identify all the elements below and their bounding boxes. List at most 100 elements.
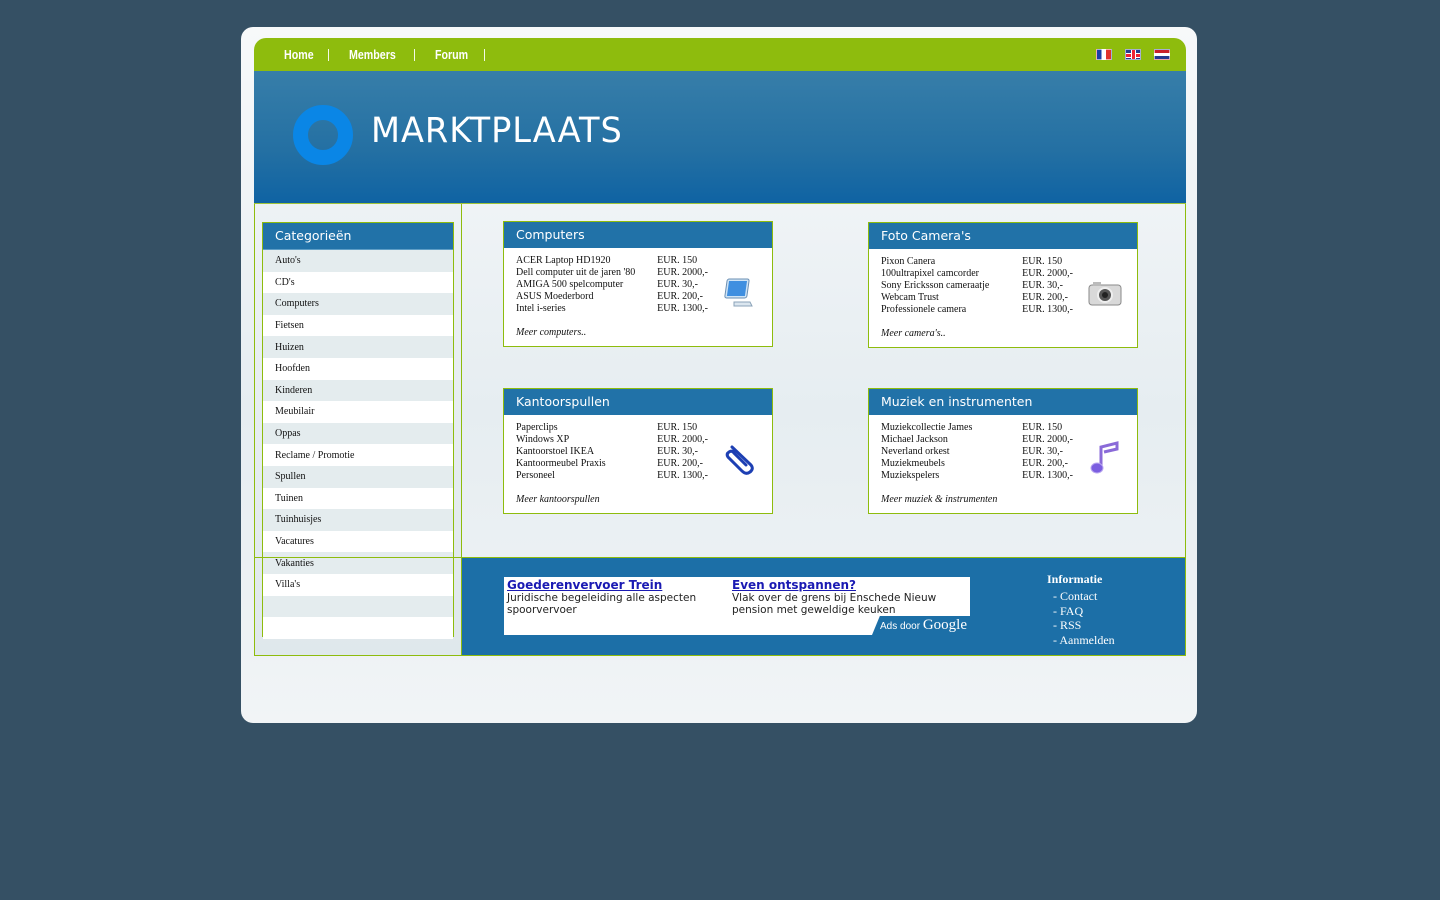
top-navigation: Home Members Forum xyxy=(254,38,1186,71)
sidebar-category-item[interactable]: Huizen xyxy=(263,336,453,358)
more-link[interactable]: Meer muziek & instrumenten xyxy=(881,494,997,505)
ad-description: Vlak over de grens bij Enschede Nieuw pe… xyxy=(732,592,937,616)
nav-members[interactable]: Members xyxy=(349,47,396,62)
paperclip-icon xyxy=(722,441,758,477)
main-area: Categorieën Auto's CD's Computers Fietsen Hu… xyxy=(254,204,1186,656)
info-section: Informatie - Contact - FAQ - RSS - Aanme… xyxy=(1047,572,1115,647)
listing-row[interactable]: Kantoormeubel Praxis EUR. 200,- xyxy=(516,458,716,470)
listing-name: Sony Ericksson cameraatje xyxy=(881,280,990,291)
more-link[interactable]: Meer camera's.. xyxy=(881,328,946,339)
sidebar-category-item[interactable]: Auto's xyxy=(263,250,453,272)
listing-price: EUR. 200,- xyxy=(1022,458,1069,469)
info-link-faq[interactable]: - FAQ xyxy=(1047,604,1115,619)
listing-price: EUR. 1300,- xyxy=(657,303,709,314)
info-link-register[interactable]: - Aanmelden xyxy=(1047,633,1115,648)
sidebar-category-item[interactable]: Tuinhuisjes xyxy=(263,509,453,531)
sidebar-category-item[interactable]: CD's xyxy=(263,271,453,294)
listing-name: Muziekmeubels xyxy=(881,458,945,469)
listing-row[interactable]: Neverland orkest EUR. 30,- xyxy=(881,446,1081,458)
listing-name: ACER Laptop HD1920 xyxy=(516,255,611,266)
info-link-rss[interactable]: - RSS xyxy=(1047,618,1115,633)
listing-name: AMIGA 500 spelcomputer xyxy=(516,279,624,290)
listing-row[interactable]: Dell computer uit de jaren '80 EUR. 2000,… xyxy=(516,267,716,279)
listing-row[interactable]: ASUS Moederbord EUR. 200,- xyxy=(516,291,716,303)
listing-row[interactable]: Muziekcollectie James EUR. 150 xyxy=(881,422,1081,434)
categories-title: Categorieën xyxy=(263,223,453,250)
sidebar-category-item[interactable]: Villa's xyxy=(263,573,453,596)
sidebar-category-item[interactable]: Oppas xyxy=(263,422,453,445)
nav-home[interactable]: Home xyxy=(284,47,314,62)
category-box-title[interactable]: Computers xyxy=(504,222,772,248)
sidebar-category-item[interactable]: Vakanties xyxy=(263,552,453,574)
listing-row[interactable]: Muziekmeubels EUR. 200,- xyxy=(881,458,1081,470)
category-box-office: Kantoorspullen Paperclips EUR. 150 Windows … xyxy=(503,388,773,514)
camera-icon xyxy=(1087,275,1123,311)
more-link[interactable]: Meer kantoorspullen xyxy=(516,494,600,505)
category-box-title[interactable]: Muziek en instrumenten xyxy=(869,389,1137,415)
ads-by-label: Ads door xyxy=(880,621,921,632)
ad-item[interactable]: Goederenvervoer Trein Juridische begelei… xyxy=(507,578,722,616)
listing-row[interactable]: AMIGA 500 spelcomputer EUR. 30,- xyxy=(516,279,716,291)
sidebar-category-item[interactable]: Tuinen xyxy=(263,487,453,510)
ad-title-link[interactable]: Even ontspannen? xyxy=(732,578,947,592)
listing-row[interactable]: Muziekspelers EUR. 1300,- xyxy=(881,470,1081,482)
info-link-contact[interactable]: - Contact xyxy=(1047,589,1115,604)
listing-rows: Muziekcollectie James EUR. 150 Michael Jac… xyxy=(881,422,1081,482)
category-box-title[interactable]: Kantoorspullen xyxy=(504,389,772,415)
sidebar-category-item[interactable]: Hoofden xyxy=(263,357,453,380)
sidebar-category-item[interactable]: Fietsen xyxy=(263,314,453,337)
listing-price: EUR. 200,- xyxy=(1022,292,1069,303)
listing-name: Webcam Trust xyxy=(881,292,939,303)
nav-forum[interactable]: Forum xyxy=(435,47,468,62)
listing-name: Kantoorstoel IKEA xyxy=(516,446,595,457)
sidebar-category-item[interactable]: Spullen xyxy=(263,465,453,488)
listing-price: EUR. 2000,- xyxy=(1022,434,1074,445)
listing-row[interactable]: ACER Laptop HD1920 EUR. 150 xyxy=(516,255,716,267)
listing-row[interactable]: Intel i-series EUR. 1300,- xyxy=(516,303,716,315)
categories-list: Auto's CD's Computers Fietsen Huizen Hoofden K… xyxy=(263,250,453,639)
listing-price: EUR. 150 xyxy=(657,422,698,433)
listing-row[interactable]: Personeel EUR. 1300,- xyxy=(516,470,716,482)
logo-ring-icon[interactable] xyxy=(293,105,353,165)
ad-title-link[interactable]: Goederenvervoer Trein xyxy=(507,578,722,592)
flag-uk-icon[interactable] xyxy=(1125,49,1141,60)
listing-row[interactable]: Webcam Trust EUR. 200,- xyxy=(881,292,1081,304)
listing-row[interactable]: 100ultrapixel camcorder EUR. 2000,- xyxy=(881,268,1081,280)
ads-by-google-button[interactable]: Ads door Google xyxy=(872,616,970,635)
listing-price: EUR. 30,- xyxy=(657,279,699,290)
listing-price: EUR. 2000,- xyxy=(657,267,709,278)
sidebar-category-item[interactable]: Computers xyxy=(263,293,453,315)
listing-row[interactable]: Paperclips EUR. 150 xyxy=(516,422,716,434)
nav-links: Home Members Forum xyxy=(284,38,505,71)
listing-row[interactable]: Windows XP EUR. 2000,- xyxy=(516,434,716,446)
sidebar-category-item[interactable] xyxy=(263,617,453,639)
category-box-title[interactable]: Foto Camera's xyxy=(869,223,1137,249)
sidebar-category-item[interactable]: Kinderen xyxy=(263,379,453,402)
listing-price: EUR. 200,- xyxy=(657,458,704,469)
page-frame: Home Members Forum MARKTPLAATS Categorie… xyxy=(241,27,1197,723)
sidebar-category-item[interactable]: Vacatures xyxy=(263,530,453,553)
nav-separator xyxy=(328,48,330,61)
footer-band: Goederenvervoer Trein Juridische begelei… xyxy=(462,558,1185,655)
ad-item[interactable]: Even ontspannen? Vlak over de grens bij … xyxy=(732,578,947,616)
sidebar-category-item[interactable]: Reclame / Promotie xyxy=(263,444,453,466)
listing-row[interactable]: Sony Ericksson cameraatje EUR. 30,- xyxy=(881,280,1081,292)
music-note-icon xyxy=(1087,441,1123,477)
more-link[interactable]: Meer computers.. xyxy=(516,327,586,338)
listing-rows: ACER Laptop HD1920 EUR. 150 Dell computer … xyxy=(516,255,716,315)
listing-row[interactable]: Michael Jackson EUR. 2000,- xyxy=(881,434,1081,446)
language-flags xyxy=(1096,49,1170,60)
sidebar-category-item[interactable]: Meubilair xyxy=(263,401,453,423)
site-logo-text[interactable]: MARKTPLAATS xyxy=(371,111,623,151)
flag-nl-icon[interactable] xyxy=(1154,49,1170,60)
listing-row[interactable]: Professionele camera EUR. 1300,- xyxy=(881,304,1081,316)
listing-row[interactable]: Pixon Canera EUR. 150 xyxy=(881,256,1081,268)
listing-row[interactable]: Kantoorstoel IKEA EUR. 30,- xyxy=(516,446,716,458)
listing-price: EUR. 1300,- xyxy=(657,470,709,481)
listing-price: EUR. 30,- xyxy=(657,446,699,457)
listing-price: EUR. 2000,- xyxy=(657,434,709,445)
listing-name: Dell computer uit de jaren '80 xyxy=(516,267,636,278)
flag-fr-icon[interactable] xyxy=(1096,49,1112,60)
nav-separator xyxy=(483,48,485,61)
sidebar-category-item[interactable] xyxy=(263,595,453,618)
